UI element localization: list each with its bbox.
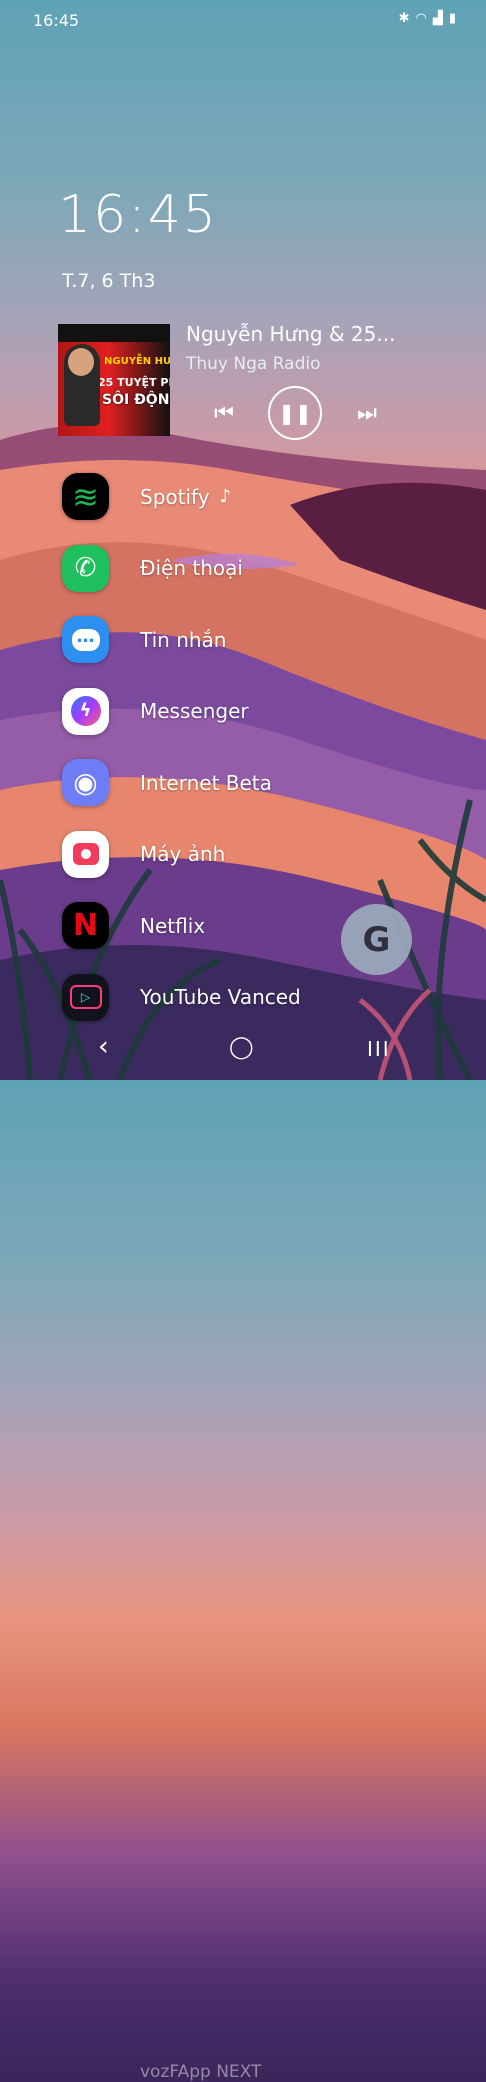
bluetooth-icon: ✱ [398,11,410,26]
album-singer-face [68,348,94,376]
skip-next-icon: ⏭ [357,400,377,426]
battery-icon: ▮ [448,11,456,26]
album-text-2: 25 TUYỆT PHẨ [98,376,170,389]
phone-icon: ✆ [62,544,109,592]
app-spotify[interactable]: ≋ Spotify ♪ [62,461,442,533]
messenger-icon: ϟ [62,687,109,735]
status-bar: 16:45 ✱ ◠ ▟ ▮ [0,0,486,42]
messages-icon: … [62,616,109,664]
app-label-phone: Điện thoại [140,556,243,581]
spotify-icon: ≋ [62,473,109,521]
wifi-icon: ◠ [415,11,427,26]
previous-track-button[interactable]: ⏮ [210,386,238,440]
app-label-spotify: Spotify [140,484,210,509]
app-label-internet-beta: Internet Beta [140,770,272,795]
internet-beta-icon: ◉ [62,759,109,807]
signal-icon: ▟ [432,11,443,26]
app-camera[interactable]: Máy ảnh [62,819,442,891]
app-label-messages: Tin nhắn [140,627,227,652]
album-art[interactable]: NGUYỄN HƯ 25 TUYỆT PHẨ SÔI ĐỘNG [58,324,170,436]
album-text-3: SÔI ĐỘNG [102,392,170,408]
app-phone[interactable]: ✆ Điện thoại [62,533,442,605]
media-title: Nguyễn Hưng & 25... [186,322,396,346]
app-label-netflix: Netflix [140,913,206,938]
album-text-1: NGUYỄN HƯ [104,356,170,367]
netflix-icon: N [62,902,109,950]
home-button[interactable]: ◯ [229,1035,254,1060]
back-button[interactable]: ‹ [98,1031,109,1062]
navigation-bar: ‹ ◯ III vozFApp NEXT [0,1017,486,2082]
status-time: 16:45 [33,11,80,30]
media-player: NGUYỄN HƯ 25 TUYỆT PHẨ SÔI ĐỘNG Nguyễn H… [58,322,438,440]
lock-clock: 16:45 [58,185,218,245]
skip-previous-icon: ⏮ [214,400,234,426]
google-assistant-button[interactable]: G [341,904,412,975]
pause-icon: ❚❚ [278,401,312,425]
app-internet-beta[interactable]: ◉ Internet Beta [62,747,442,819]
app-messenger[interactable]: ϟ Messenger [62,676,442,748]
watermark-text: vozFApp NEXT [140,2062,262,2082]
youtube-vanced-icon: ▷ [62,973,109,1021]
next-track-button[interactable]: ⏭ [353,386,381,440]
camera-icon [62,830,109,878]
app-label-youtube-vanced: YouTube Vanced [140,985,301,1010]
recents-button[interactable]: III [367,1037,391,1061]
media-artist: Thuy Nga Radio [186,354,321,374]
app-label-messenger: Messenger [140,699,249,724]
app-label-camera: Máy ảnh [140,842,226,867]
lock-date: T.7, 6 Th3 [62,270,156,292]
app-messages[interactable]: … Tin nhắn [62,604,442,676]
pause-button[interactable]: ❚❚ [268,386,322,440]
music-note-icon: ♪ [219,486,232,508]
status-icons: ✱ ◠ ▟ ▮ [399,11,456,26]
google-icon: G [362,919,391,960]
